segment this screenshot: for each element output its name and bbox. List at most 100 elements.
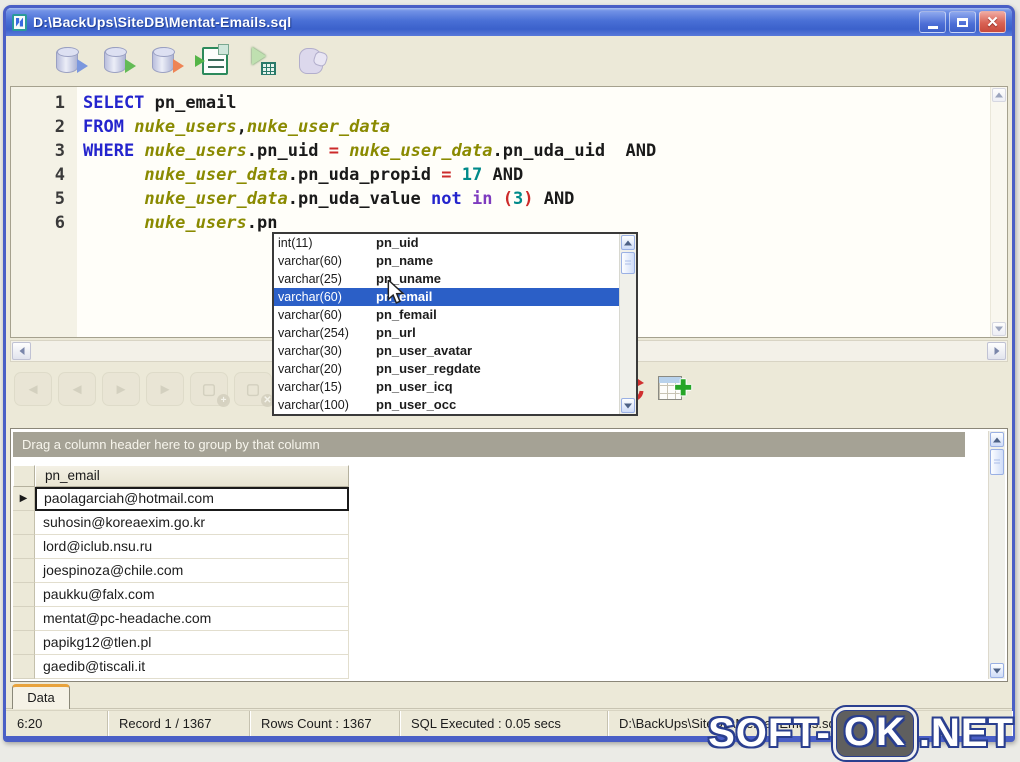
email-cell[interactable]: suhosin@koreaexim.go.kr [35,511,349,535]
autocomplete-item[interactable]: varchar(20) pn_user_regdate [274,360,619,378]
column-name: pn_user_occ [376,397,457,412]
next-record-button[interactable]: ► [102,372,140,406]
dropdown-scroll-thumb[interactable] [621,252,635,274]
autocomplete-item[interactable]: varchar(15) pn_user_icq [274,378,619,396]
next-record-icon: ► [113,380,129,398]
line-number: 6 [54,213,65,233]
autocomplete-item[interactable]: varchar(100) pn_user_occ [274,396,619,414]
code-line[interactable]: 4 nuke_user_data.pn_uda_propid = 17 AND [11,163,1007,187]
column-type: int(11) [278,236,313,250]
table-row[interactable]: papikg12@tlen.pl [13,631,349,655]
dropdown-scrollbar[interactable] [619,234,636,414]
email-cell[interactable]: paukku@falx.com [35,583,349,607]
table-row[interactable]: suhosin@koreaexim.go.kr [13,511,349,535]
line-number: 2 [54,117,65,137]
connect-database-button[interactable] [52,42,90,80]
scroll-left-icon[interactable] [12,342,31,360]
code-line[interactable]: 5 nuke_user_data.pn_uda_value not in (3)… [11,187,1007,211]
email-cell[interactable]: gaedib@tiscali.it [35,655,349,679]
results-grid: Drag a column header here to group by th… [10,428,1008,682]
dropdown-scroll-down-icon[interactable] [621,398,635,413]
insert-record-button[interactable]: ▢ + [190,372,230,407]
explain-plan-icon [250,47,276,75]
email-cell[interactable]: lord@iclub.nsu.ru [35,535,349,559]
email-cell[interactable]: paolagarciah@hotmail.com [35,487,349,511]
explain-plan-button[interactable] [244,42,282,80]
autocomplete-item[interactable]: varchar(60) pn_femail [274,306,619,324]
scroll-up-icon[interactable] [992,88,1006,102]
tab-strip-divider [6,708,1012,709]
code-line[interactable]: 3 WHERE nuke_users.pn_uid = nuke_user_dat… [11,139,1007,163]
column-name: pn_femail [376,307,437,322]
grid-scroll-thumb[interactable] [990,449,1004,475]
line-number: 4 [54,165,65,185]
autocomplete-item[interactable]: varchar(30) pn_user_avatar [274,342,619,360]
email-cell[interactable]: papikg12@tlen.pl [35,631,349,655]
grid-scroll-up-icon[interactable] [990,432,1004,447]
status-rows-count: Rows Count : 1367 [250,711,400,736]
main-toolbar [6,36,1012,86]
minimize-icon [927,25,938,29]
minimize-button[interactable] [919,11,946,33]
close-icon: ✕ [986,13,999,31]
column-type: varchar(60) [278,308,342,322]
autocomplete-dropdown[interactable]: int(11) pn_uid varchar(60) pn_name varchar(2… [272,232,638,416]
row-indicator [13,535,35,559]
autocomplete-item[interactable]: varchar(60) pn_name [274,252,619,270]
grid-vertical-scrollbar[interactable] [988,431,1005,679]
code-text: WHERE nuke_users.pn_uid = nuke_user_data… [83,141,657,161]
title-bar[interactable]: D:\BackUps\SiteDB\Mentat-Emails.sql ✕ [6,8,1012,36]
autocomplete-list: int(11) pn_uid varchar(60) pn_name varchar(2… [274,234,619,414]
execute-update-button[interactable] [148,42,186,80]
table-row[interactable]: joespinoza@chile.com [13,559,349,583]
status-bar: 6:20 Record 1 / 1367 Rows Count : 1367 S… [6,710,1012,736]
scroll-right-icon[interactable] [987,342,1006,360]
run-script-button[interactable] [195,42,234,80]
table-row[interactable]: gaedib@tiscali.it [13,655,349,679]
dropdown-scroll-up-icon[interactable] [621,235,635,250]
execute-query-button[interactable] [100,42,138,80]
code-line[interactable]: 2 FROM nuke_users,nuke_user_data [11,115,1007,139]
line-number: 1 [54,93,65,113]
column-type: varchar(60) [278,290,342,304]
first-record-button[interactable]: ◄ [14,372,52,406]
editor-vertical-scrollbar[interactable] [990,87,1007,337]
column-type: varchar(25) [278,272,342,286]
autocomplete-item[interactable]: varchar(60) pn_email [274,288,619,306]
email-cell[interactable]: mentat@pc-headache.com [35,607,349,631]
autocomplete-item[interactable]: varchar(254) pn_url [274,324,619,342]
email-cell[interactable]: joespinoza@chile.com [35,559,349,583]
table-row[interactable]: mentat@pc-headache.com [13,607,349,631]
table-row[interactable]: lord@iclub.nsu.ru [13,535,349,559]
app-icon [12,13,27,31]
execute-update-icon [152,47,184,75]
row-indicator [13,511,35,535]
export-grid-button[interactable]: ✚ [658,374,692,402]
row-indicator [13,607,35,631]
database-cylinder-icon [104,47,127,73]
autocomplete-item[interactable]: int(11) pn_uid [274,234,619,252]
grid-scroll-down-icon[interactable] [990,663,1004,678]
table-row[interactable]: paukku@falx.com [13,583,349,607]
autocomplete-item[interactable]: varchar(25) pn_uname [274,270,619,288]
code-lines: 1 SELECT pn_email 2 FROM nuke_users,nuke_us… [11,91,1007,235]
table-row[interactable]: ▶ paolagarciah@hotmail.com [13,487,349,511]
code-line[interactable]: 1 SELECT pn_email [11,91,1007,115]
prior-record-button[interactable]: ◄ [58,372,96,406]
row-indicator [13,583,35,607]
column-header-pn-email[interactable]: pn_email [35,465,349,487]
delete-record-button[interactable]: ▢ ✕ [234,372,274,407]
status-record: Record 1 / 1367 [108,711,250,736]
line-number: 5 [54,189,65,209]
close-button[interactable]: ✕ [979,11,1006,33]
last-record-button[interactable]: ► [146,372,184,406]
edit-mode-button[interactable] [292,42,330,80]
code-text: nuke_user_data.pn_uda_propid = 17 AND [144,165,524,185]
grid-header-row: pn_email [13,465,349,487]
tab-data[interactable]: Data [12,684,70,709]
group-by-panel[interactable]: Drag a column header here to group by th… [13,432,965,457]
run-script-icon [195,44,229,75]
maximize-button[interactable] [949,11,976,33]
scroll-down-icon[interactable] [992,322,1006,336]
column-name: pn_uid [376,235,419,250]
